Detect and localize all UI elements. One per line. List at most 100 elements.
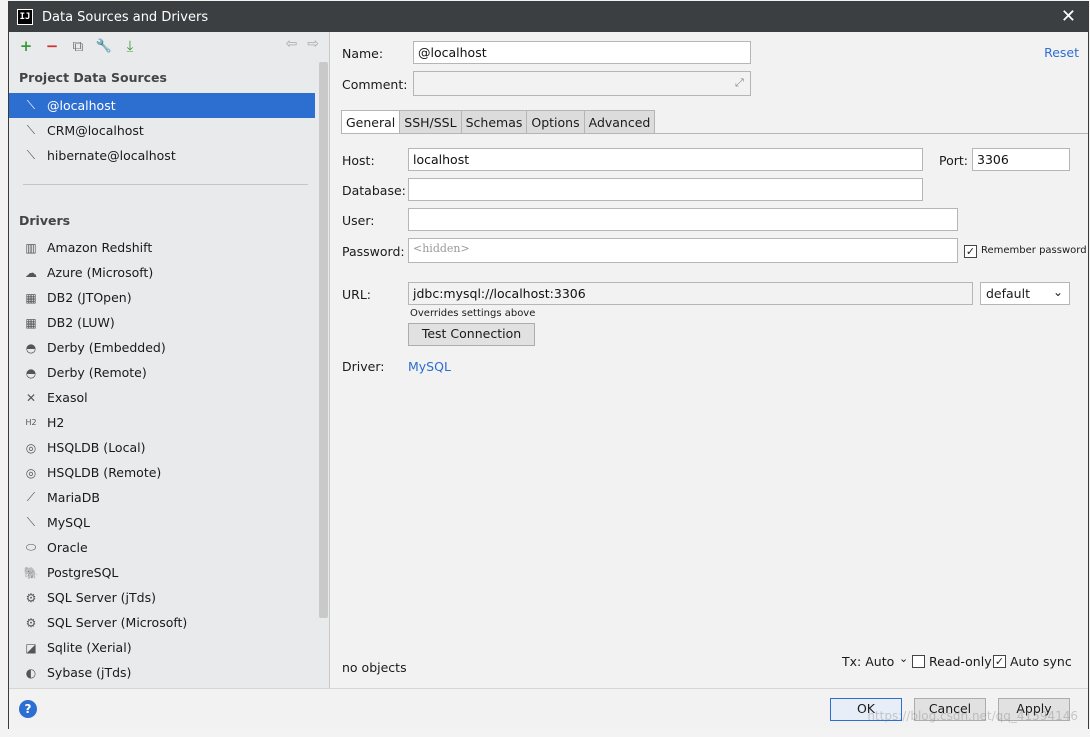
history-nav: ⇦ ⇨ bbox=[286, 36, 319, 52]
section-divider bbox=[23, 184, 308, 185]
driver-item[interactable]: ◎ HSQLDB (Remote) bbox=[9, 460, 315, 485]
remember-password-checkbox[interactable]: ✓ bbox=[964, 245, 977, 258]
comment-label: Comment: bbox=[342, 77, 408, 92]
wrench-icon[interactable]: 🔧 bbox=[93, 36, 115, 56]
tab-general[interactable]: General bbox=[341, 110, 401, 134]
host-field[interactable]: localhost bbox=[408, 148, 923, 171]
driver-icon: ☁ bbox=[25, 265, 37, 280]
tab-options[interactable]: Options bbox=[527, 110, 585, 134]
user-field[interactable] bbox=[408, 208, 958, 231]
project-source-label: @localhost bbox=[47, 98, 116, 113]
project-source-label: hibernate@localhost bbox=[47, 148, 176, 163]
driver-item[interactable]: ☁ Azure (Microsoft) bbox=[9, 260, 315, 285]
tab-schemas[interactable]: Schemas bbox=[461, 110, 528, 134]
driver-item[interactable]: H2 H2 bbox=[9, 410, 315, 435]
test-connection-button[interactable]: Test Connection bbox=[408, 323, 535, 346]
tx-mode-dropdown[interactable]: Tx: Auto bbox=[842, 654, 894, 669]
driver-icon: ◎ bbox=[25, 440, 37, 455]
name-field[interactable]: @localhost bbox=[413, 41, 751, 64]
driver-icon: ⚙ bbox=[25, 615, 37, 630]
driver-icon: ▦ bbox=[25, 290, 37, 305]
driver-label: Sqlite (Xerial) bbox=[47, 640, 132, 655]
no-objects-text: no objects bbox=[342, 660, 407, 675]
driver-icon: ◪ bbox=[25, 640, 37, 655]
driver-icon: ⟍ bbox=[26, 515, 36, 529]
url-field[interactable]: jdbc:mysql://localhost:3306 bbox=[408, 282, 973, 305]
driver-icon: ◐ bbox=[25, 665, 37, 680]
back-arrow-icon[interactable]: ⇦ bbox=[286, 36, 298, 52]
reset-link[interactable]: Reset bbox=[1044, 45, 1079, 60]
driver-label: Driver: bbox=[342, 359, 385, 374]
left-scrollbar[interactable] bbox=[319, 62, 328, 618]
driver-item[interactable]: ◪ Sqlite (Xerial) bbox=[9, 635, 315, 660]
driver-icon: ⬭ bbox=[25, 540, 37, 554]
left-toolbar: + − ⧉ 🔧 ⤓ bbox=[15, 36, 141, 56]
driver-item[interactable]: ◓ Derby (Embedded) bbox=[9, 335, 315, 360]
driver-icon: ✕ bbox=[25, 390, 37, 405]
close-icon[interactable]: ✕ bbox=[1061, 6, 1076, 27]
url-mode-dropdown[interactable]: default ⌄ bbox=[980, 282, 1070, 305]
driver-item[interactable]: ◎ HSQLDB (Local) bbox=[9, 435, 315, 460]
driver-label: Sybase (jTds) bbox=[47, 665, 132, 680]
driver-icon: H2 bbox=[25, 418, 37, 427]
driver-item[interactable]: ▥ Amazon Redshift bbox=[9, 235, 315, 260]
driver-label: Derby (Embedded) bbox=[47, 340, 166, 355]
driver-label: SQL Server (Microsoft) bbox=[47, 615, 188, 630]
port-field[interactable]: 3306 bbox=[972, 148, 1070, 171]
remove-icon[interactable]: − bbox=[41, 36, 63, 56]
forward-arrow-icon[interactable]: ⇨ bbox=[307, 36, 319, 52]
driver-link[interactable]: MySQL bbox=[408, 359, 451, 374]
driver-label: Exasol bbox=[47, 390, 88, 405]
driver-icon: ◓ bbox=[25, 365, 37, 380]
driver-label: PostgreSQL bbox=[47, 565, 119, 580]
driver-item[interactable]: ⟍ MySQL bbox=[9, 510, 315, 535]
comment-field[interactable] bbox=[413, 71, 751, 96]
driver-item[interactable]: ▦ DB2 (LUW) bbox=[9, 310, 315, 335]
driver-item[interactable]: ✕ Exasol bbox=[9, 385, 315, 410]
driver-label: H2 bbox=[47, 415, 65, 430]
tab-sshssl[interactable]: SSH/SSL bbox=[400, 110, 462, 134]
driver-label: HSQLDB (Remote) bbox=[47, 465, 162, 480]
auto-sync-checkbox[interactable]: ✓ bbox=[993, 655, 1006, 668]
project-data-sources-header: Project Data Sources bbox=[19, 70, 167, 85]
chevron-down-icon: ⌄ bbox=[1052, 285, 1063, 299]
driver-label: Oracle bbox=[47, 540, 88, 555]
title-bar: IJ Data Sources and Drivers ✕ bbox=[9, 2, 1088, 32]
driver-item[interactable]: ⚙ SQL Server (jTds) bbox=[9, 585, 315, 610]
import-icon[interactable]: ⤓ bbox=[119, 36, 141, 56]
remember-password-label: Remember password bbox=[981, 245, 1087, 256]
project-source-item[interactable]: ⟍ CRM@localhost bbox=[9, 118, 315, 143]
driver-item[interactable]: ◐ Sybase (jTds) bbox=[9, 660, 315, 685]
driver-label: Derby (Remote) bbox=[47, 365, 147, 380]
driver-item[interactable]: 🐘 PostgreSQL bbox=[9, 560, 315, 585]
driver-item[interactable]: ◓ Derby (Remote) bbox=[9, 360, 315, 385]
project-source-item[interactable]: ⟍ hibernate@localhost bbox=[9, 143, 315, 168]
driver-icon: ▦ bbox=[25, 315, 37, 330]
driver-item[interactable]: ⟋ MariaDB bbox=[9, 485, 315, 510]
tx-chevron-down-icon: ⌄ bbox=[899, 652, 909, 665]
project-source-label: CRM@localhost bbox=[47, 123, 144, 138]
driver-icon: ▥ bbox=[25, 240, 37, 255]
driver-label: Azure (Microsoft) bbox=[47, 265, 154, 280]
read-only-checkbox[interactable] bbox=[912, 655, 925, 668]
duplicate-icon[interactable]: ⧉ bbox=[67, 36, 89, 56]
driver-label: HSQLDB (Local) bbox=[47, 440, 146, 455]
driver-item[interactable]: ▦ DB2 (JTOpen) bbox=[9, 285, 315, 310]
driver-item[interactable]: ⚙ SQL Server (Microsoft) bbox=[9, 610, 315, 635]
dialog-footer: ? OK Cancel Apply https://blog.csdn.net/… bbox=[9, 688, 1088, 729]
overrides-note: Overrides settings above bbox=[410, 308, 536, 319]
project-source-item[interactable]: ⟍ @localhost bbox=[9, 93, 315, 118]
url-label: URL: bbox=[342, 287, 372, 302]
add-icon[interactable]: + bbox=[15, 36, 37, 56]
tab-advanced[interactable]: Advanced bbox=[584, 110, 656, 134]
password-label: Password: bbox=[342, 244, 405, 259]
driver-item[interactable]: ⬭ Oracle bbox=[9, 535, 315, 560]
read-only-label: Read-only bbox=[929, 654, 992, 669]
expand-icon[interactable]: ⤢ bbox=[735, 76, 744, 90]
driver-icon: 🐘 bbox=[23, 565, 39, 580]
drivers-header: Drivers bbox=[19, 213, 71, 228]
database-field[interactable] bbox=[408, 178, 923, 201]
password-field[interactable]: <hidden> bbox=[408, 238, 958, 263]
help-icon[interactable]: ? bbox=[19, 700, 37, 718]
auto-sync-label: Auto sync bbox=[1010, 654, 1072, 669]
